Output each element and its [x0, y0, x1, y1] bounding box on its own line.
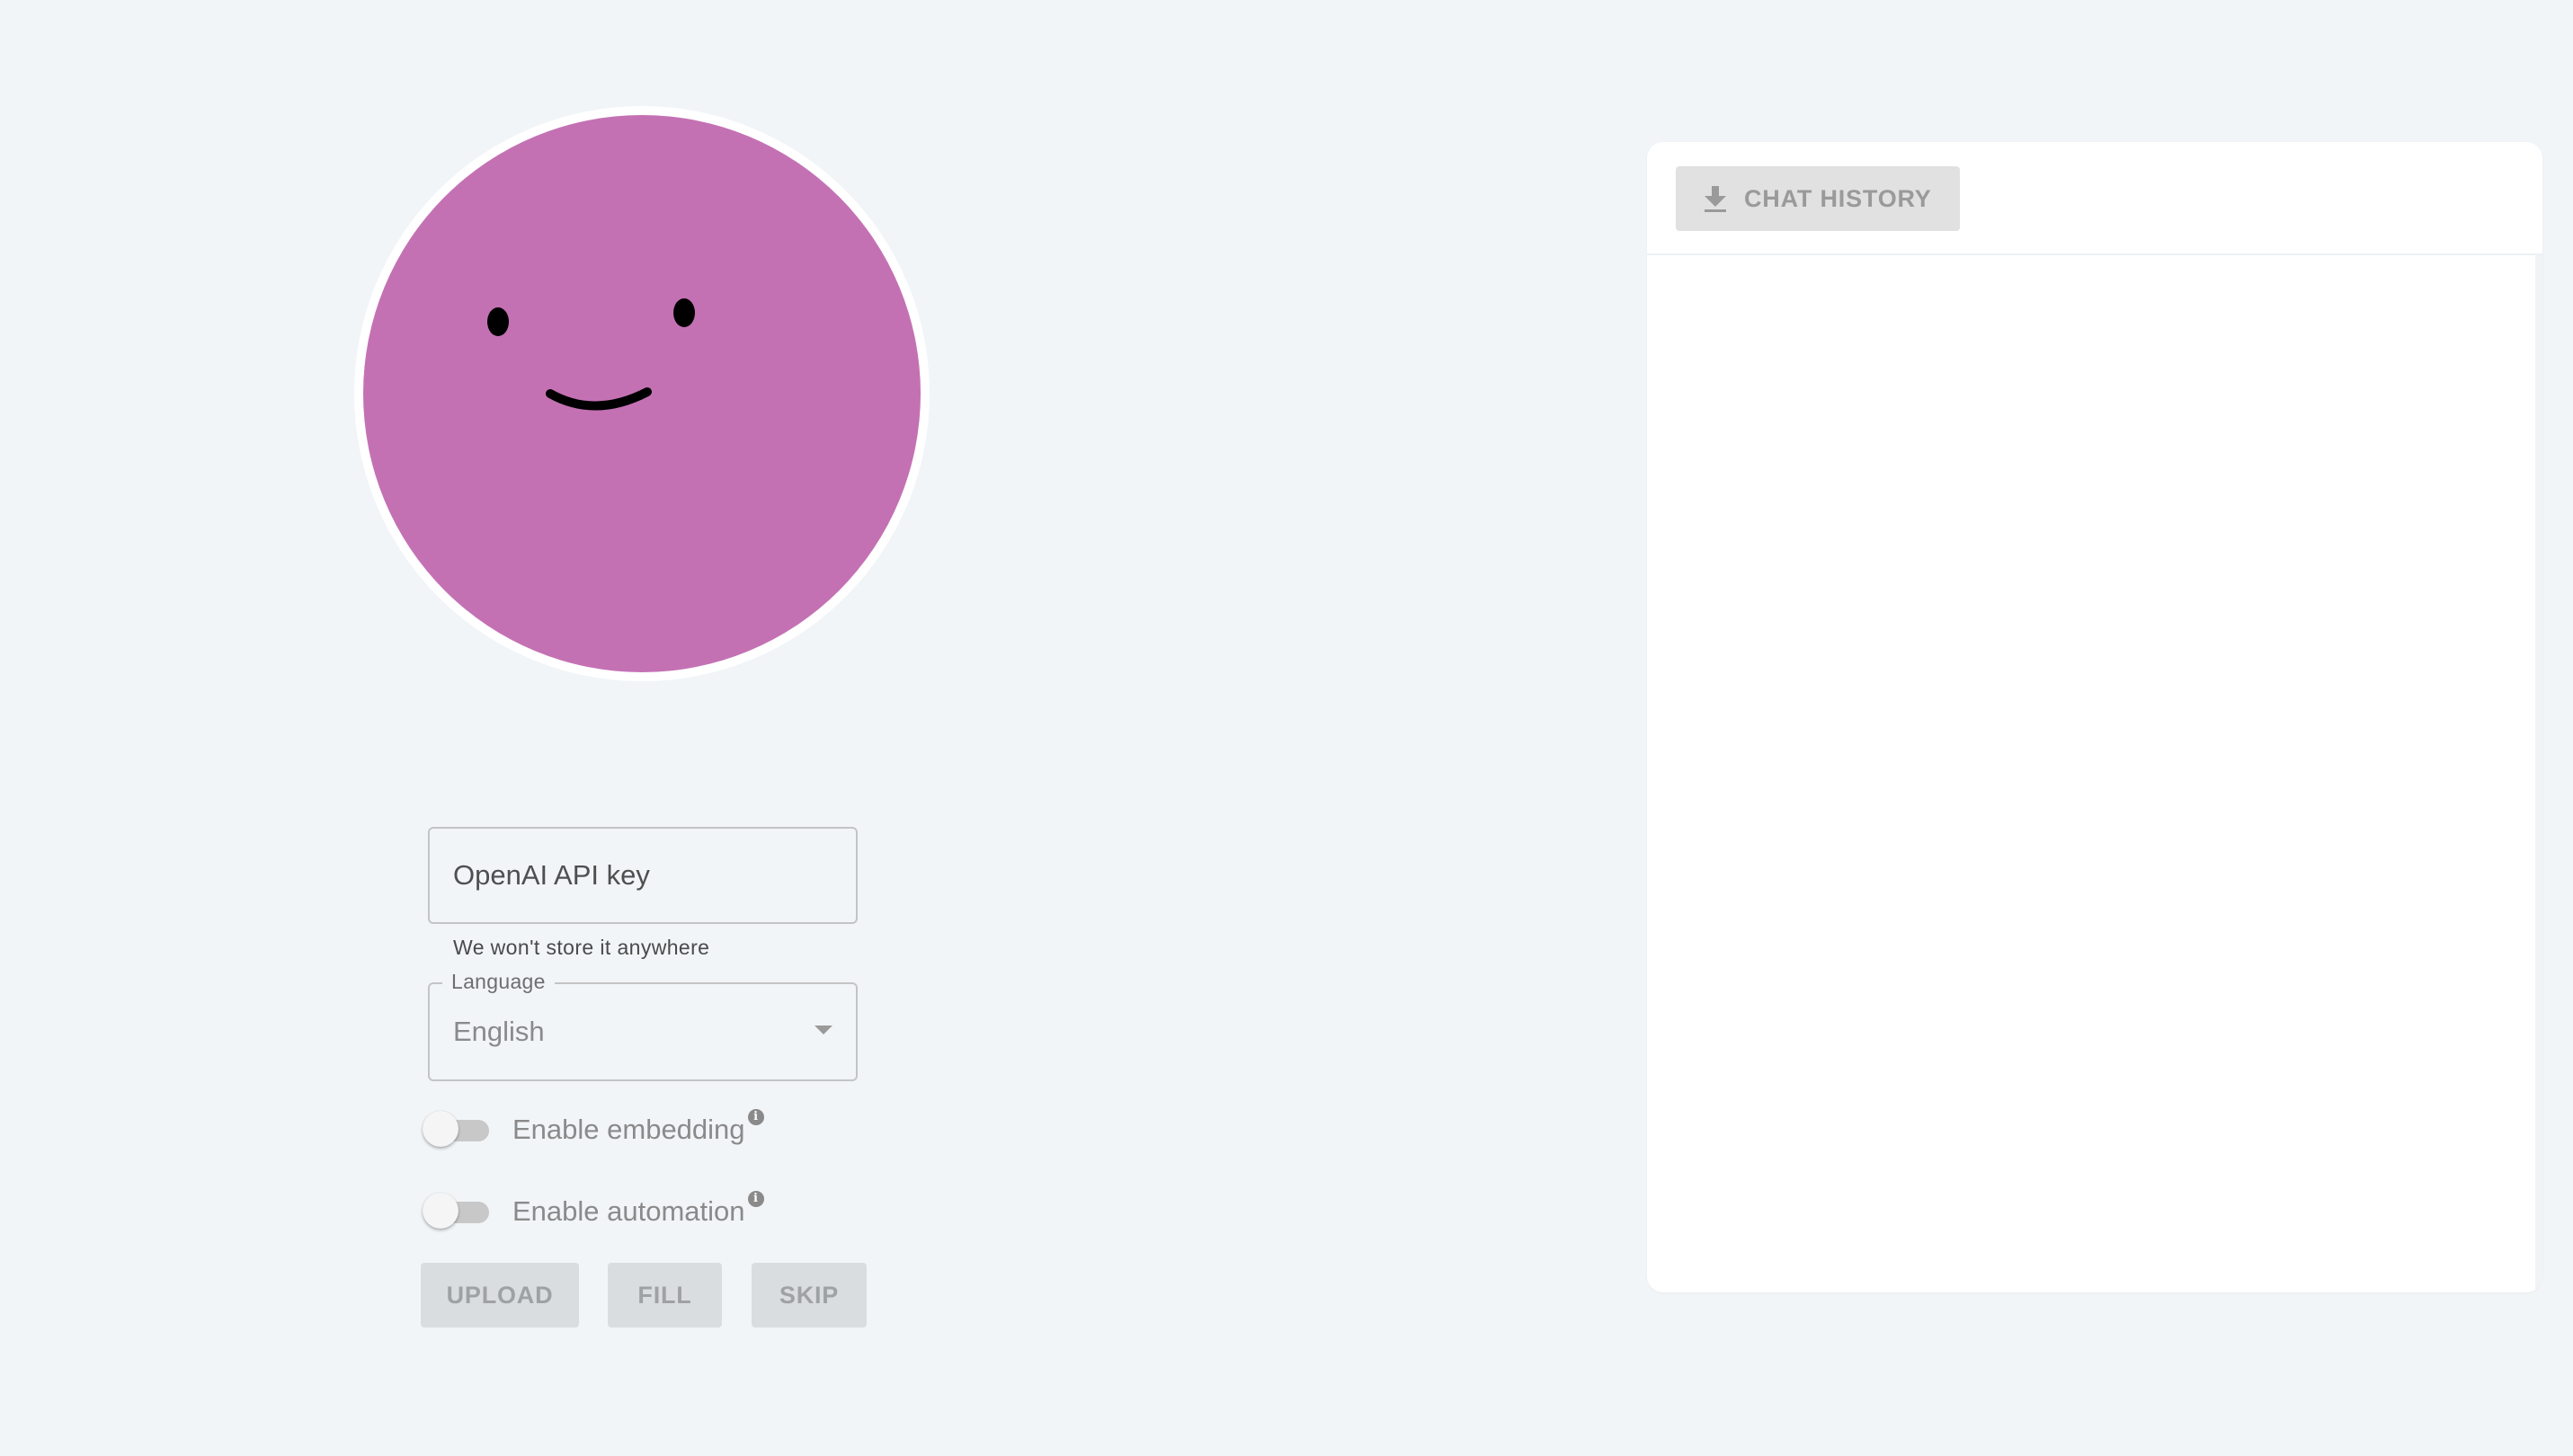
- avatar-face: [363, 115, 921, 672]
- download-icon: [1705, 186, 1726, 212]
- language-label: Language: [442, 970, 555, 994]
- chat-history-button[interactable]: CHAT HISTORY: [1676, 166, 1960, 231]
- avatar: [354, 106, 930, 681]
- avatar-left-eye: [487, 307, 509, 336]
- embedding-toggle[interactable]: [423, 1109, 493, 1150]
- api-key-input[interactable]: [430, 829, 856, 922]
- automation-toggle[interactable]: [423, 1191, 493, 1232]
- automation-toggle-label: Enable automation: [512, 1195, 745, 1227]
- info-icon[interactable]: i: [747, 1109, 764, 1125]
- info-icon[interactable]: i: [747, 1191, 764, 1207]
- api-key-helper-text: We won't store it anywhere: [453, 936, 710, 959]
- chat-header: CHAT HISTORY: [1647, 142, 2542, 255]
- embedding-toggle-label: Enable embedding: [512, 1114, 745, 1145]
- toggle-thumb[interactable]: [423, 1111, 459, 1147]
- chat-history-label: CHAT HISTORY: [1744, 184, 1932, 212]
- automation-toggle-row: Enable automation i: [423, 1191, 764, 1232]
- avatar-right-eye: [673, 298, 695, 327]
- language-selected-value: English: [453, 1016, 545, 1047]
- embedding-toggle-row: Enable embedding i: [423, 1109, 764, 1150]
- chat-messages-area[interactable]: [1647, 255, 2542, 1292]
- api-key-field: [428, 827, 858, 924]
- chat-panel: CHAT HISTORY: [1647, 142, 2542, 1292]
- upload-button[interactable]: UPLOAD: [421, 1263, 579, 1327]
- chevron-down-icon: [815, 1025, 832, 1034]
- fill-button[interactable]: FILL: [608, 1263, 722, 1327]
- toggle-thumb[interactable]: [423, 1193, 459, 1229]
- skip-button[interactable]: SKIP: [752, 1263, 867, 1327]
- chat-scrollbar[interactable]: [2535, 255, 2542, 1292]
- app-page: We won't store it anywhere Language Engl…: [0, 0, 2573, 1456]
- language-select[interactable]: Language English: [428, 970, 858, 1081]
